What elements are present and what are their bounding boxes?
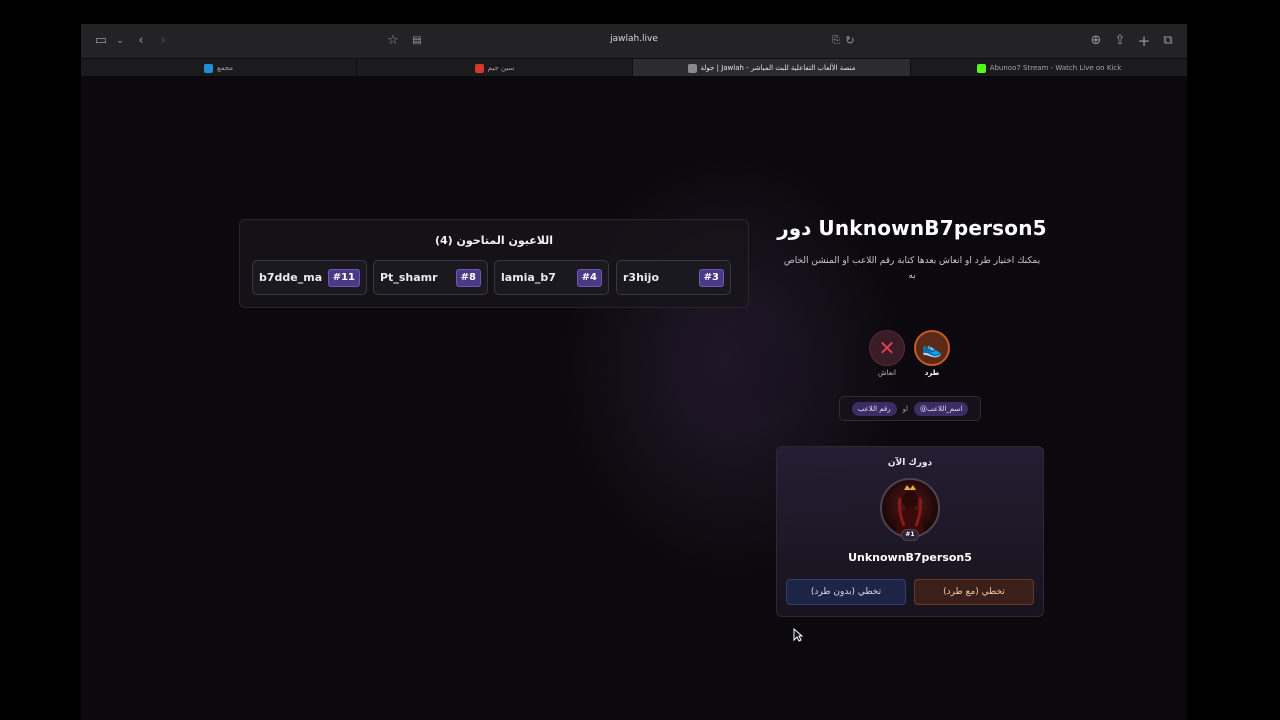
jawlah-favicon-icon <box>687 63 697 73</box>
player-number: #8 <box>455 269 481 287</box>
revive-label: انعاش <box>878 369 896 377</box>
kick-action[interactable]: 👟 طرد <box>912 330 952 377</box>
mouse-cursor-icon <box>793 628 803 642</box>
player-chip[interactable]: b7dde_ma #11 <box>252 260 367 295</box>
current-turn-title: دورك الآن <box>887 458 933 468</box>
player-number: #3 <box>698 269 724 287</box>
new-tab-icon[interactable]: + <box>1135 32 1153 50</box>
download-icon[interactable]: ⊕ <box>1087 32 1105 50</box>
current-player-name: UnknownB7person5 <box>848 551 972 564</box>
seen-jeem-favicon-icon <box>474 63 484 73</box>
turn-panel: دور UnknownB7person5 يمكنك اختيار طرد او… <box>776 216 1048 617</box>
back-icon[interactable]: ‹ <box>132 32 150 50</box>
chevron-down-icon[interactable]: ⌄ <box>111 32 129 50</box>
player-name: Pt_shamr <box>380 271 438 284</box>
tab-majma[interactable]: مجمع <box>81 59 357 77</box>
tab-label: سين جيم <box>487 64 515 72</box>
player-chip[interactable]: Pt_shamr #8 <box>373 260 488 295</box>
tab-label: مجمع <box>216 64 234 72</box>
browser-window: ▭ ⌄ ‹ › ☆ ▤ jawlah.live ⎘ ↻ ⊕ ⇪ + ⧉ مجمع… <box>81 24 1187 720</box>
kick-shoe-icon: 👟 <box>914 330 950 366</box>
url-bar[interactable]: jawlah.live <box>610 34 658 44</box>
tab-jawlah[interactable]: جولة | Jawlah - منصة الألعاب التفاعلية ل… <box>633 59 911 77</box>
available-players-panel: اللاعبون المتاحون (4) b7dde_ma #11 Pt_sh… <box>239 219 749 308</box>
page-menu-icon[interactable]: ▤ <box>408 32 426 50</box>
player-chip[interactable]: r3hijo #3 <box>616 260 731 295</box>
kick-favicon-icon <box>976 63 986 73</box>
share-icon[interactable]: ⇪ <box>1111 32 1129 50</box>
or-text: او <box>902 404 908 413</box>
tab-label: جولة | Jawlah - منصة الألعاب التفاعلية ل… <box>700 64 856 72</box>
tab-label: Abunoo7 Stream - Watch Live on Kick <box>989 64 1122 72</box>
player-number: #11 <box>327 269 360 287</box>
available-players-title: اللاعبون المتاحون (4) <box>434 234 554 247</box>
avatar-figure-icon <box>896 485 924 536</box>
kick-label: طرد <box>924 369 940 377</box>
game-page: اللاعبون المتاحون (4) b7dde_ma #11 Pt_sh… <box>81 76 1187 720</box>
revive-action[interactable]: ✕ انعاش <box>867 330 907 377</box>
number-pill: رقم اللاعب <box>851 401 897 416</box>
action-buttons: ✕ انعاش 👟 طرد <box>776 330 1048 380</box>
forward-icon[interactable]: › <box>154 32 172 50</box>
star-icon[interactable]: ☆ <box>384 32 402 50</box>
majma-favicon-icon <box>203 63 213 73</box>
mention-pill: @اسم_اللاعب <box>913 401 969 416</box>
tab-overview-icon[interactable]: ⧉ <box>1159 32 1177 50</box>
player-name: lamia_b7 <box>501 271 556 284</box>
sidebar-icon[interactable]: ▭ <box>92 32 110 50</box>
revive-icon: ✕ <box>869 330 905 366</box>
skip-with-kick-button[interactable]: تخطي (مع طرد) <box>914 579 1034 605</box>
rank-badge: #1 <box>901 529 919 541</box>
player-number: #4 <box>576 269 602 287</box>
tab-seen-jeem[interactable]: سين جيم <box>357 59 633 77</box>
tab-kick[interactable]: Abunoo7 Stream - Watch Live on Kick <box>911 59 1187 77</box>
player-name: r3hijo <box>623 271 660 284</box>
skip-without-kick-button[interactable]: تخطي (بدون طرد) <box>786 579 906 605</box>
tab-bar: مجمع سين جيم جولة | Jawlah - منصة الألعا… <box>81 58 1187 77</box>
player-chip[interactable]: lamia_b7 #4 <box>494 260 609 295</box>
player-name: b7dde_ma <box>259 271 323 284</box>
reload-icon[interactable]: ↻ <box>841 32 859 50</box>
browser-toolbar: ▭ ⌄ ‹ › ☆ ▤ jawlah.live ⎘ ↻ ⊕ ⇪ + ⧉ <box>81 24 1187 58</box>
input-hint: رقم اللاعب او @اسم_اللاعب <box>839 396 981 421</box>
turn-description: يمكنك اختيار طرد او انعاش بعدها كتابة رق… <box>783 256 1041 281</box>
turn-title: دور UnknownB7person5 <box>777 216 1047 240</box>
current-turn-card: دورك الآن #1 UnknownB7person5 تخطي (بدون… <box>776 446 1044 617</box>
